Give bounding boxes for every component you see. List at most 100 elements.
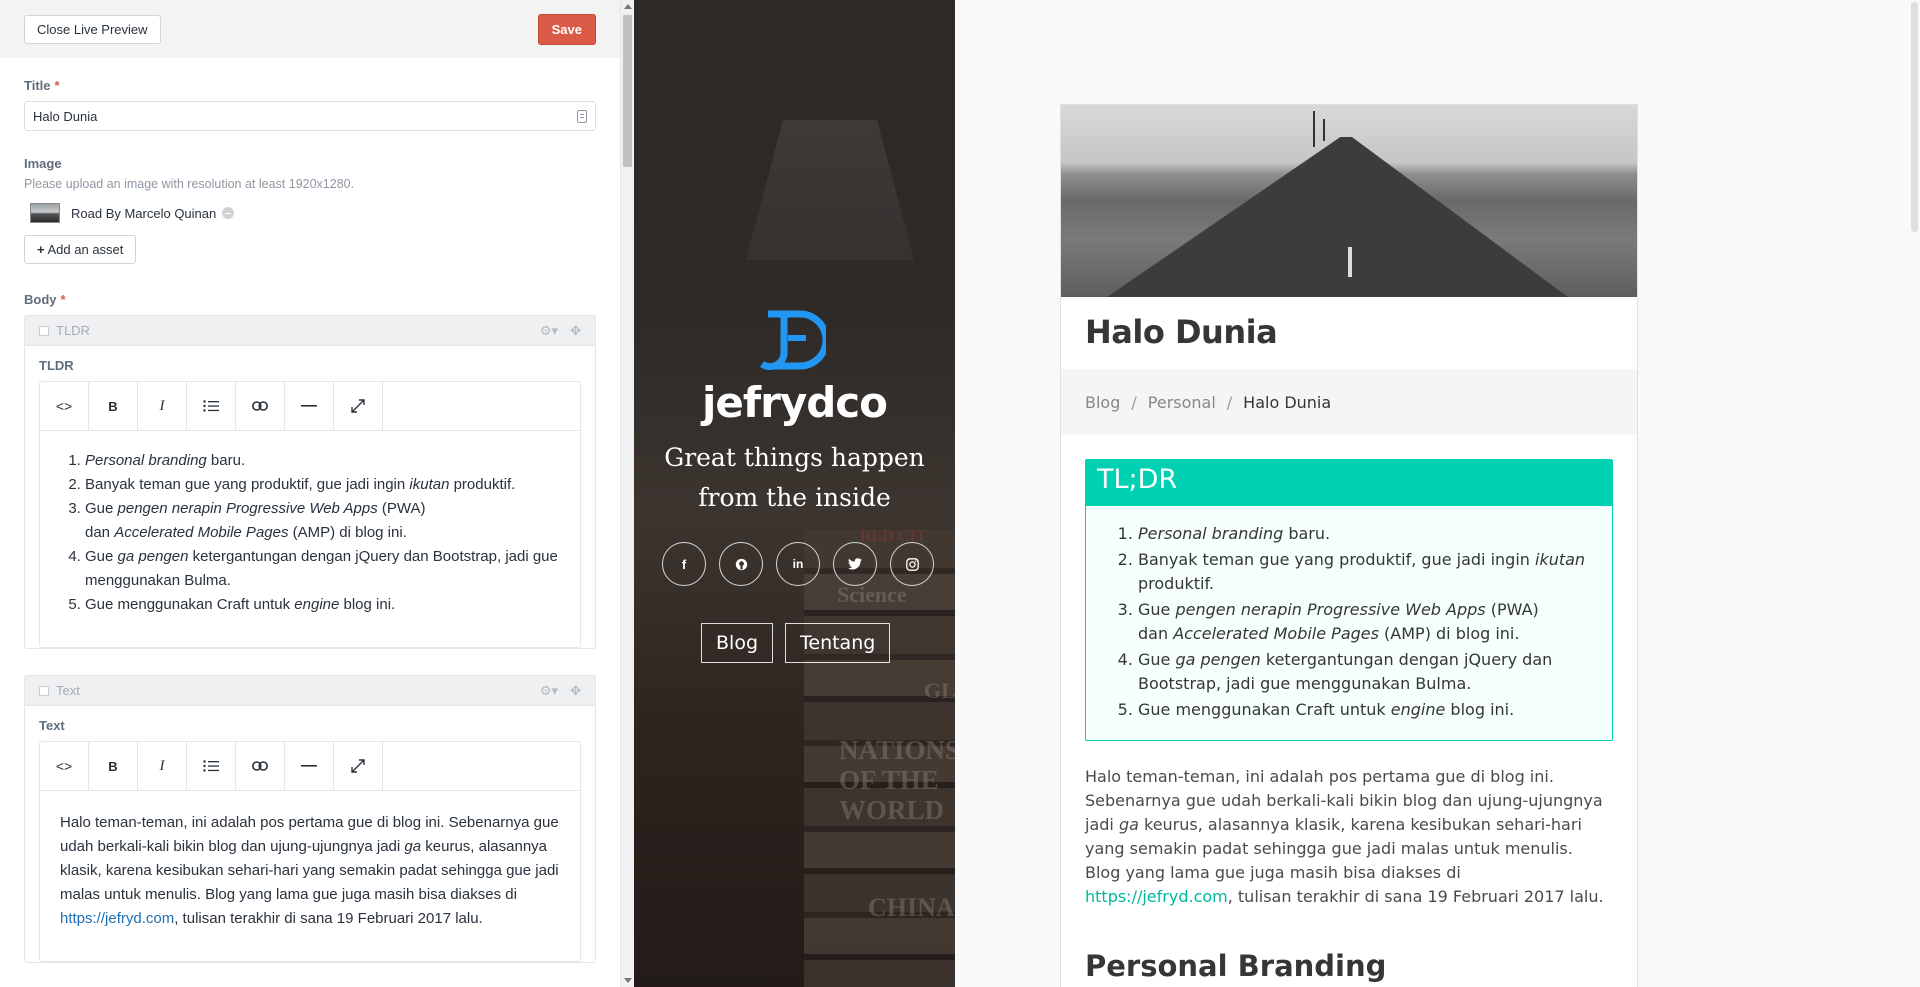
- list-item-text: (AMP) di blog ini.: [1378, 624, 1520, 643]
- github-icon[interactable]: [719, 542, 763, 586]
- block-select-checkbox[interactable]: [39, 685, 49, 696]
- list-icon[interactable]: [187, 742, 236, 790]
- road-marking: [1348, 247, 1352, 277]
- list-item-text: baru.: [1283, 524, 1331, 543]
- instagram-icon[interactable]: [890, 542, 934, 586]
- list-icon[interactable]: [187, 382, 236, 430]
- add-asset-button[interactable]: + Add an asset: [24, 235, 137, 264]
- list-item-em: pengen nerapin Progressive Web Apps: [117, 500, 378, 517]
- text-field-label: Text: [39, 718, 65, 733]
- block-titlebar[interactable]: TLDR ⚙▾ ✥: [25, 316, 595, 346]
- breadcrumb: Blog / Personal / Halo Dunia: [1061, 369, 1637, 435]
- remove-icon[interactable]: [222, 207, 235, 219]
- facebook-icon[interactable]: f: [662, 542, 706, 586]
- tldr-list: Personal branding baru. Banyak teman gue…: [1086, 506, 1612, 740]
- preview-scrollbar-thumb[interactable]: [1911, 2, 1918, 232]
- bold-icon[interactable]: B: [89, 382, 138, 430]
- list-item: Gue pengen nerapin Progressive Web Apps …: [1138, 598, 1588, 646]
- title-input[interactable]: Halo Dunia: [24, 101, 596, 131]
- list-item: Banyak teman gue yang produktif, gue jad…: [1138, 548, 1588, 596]
- brand-name[interactable]: jefrydco: [634, 378, 955, 427]
- block-actions: ⚙▾ ✥: [540, 323, 581, 339]
- move-icon[interactable]: ✥: [570, 683, 581, 699]
- breadcrumb-personal[interactable]: Personal: [1148, 393, 1216, 412]
- list-item-text: produktif.: [449, 476, 516, 493]
- jefryd-link[interactable]: https://jefryd.com: [60, 910, 174, 927]
- fullscreen-icon[interactable]: [334, 382, 383, 430]
- paragraph-text: keurus, alasannya klasik, karena kesibuk…: [1085, 815, 1582, 882]
- matrix-block-text: Text ⚙▾ ✥ Text <> B I Halo teman-teman, …: [24, 675, 596, 963]
- selected-asset[interactable]: Road By Marcelo Quinan: [30, 199, 596, 227]
- editor-fields: Title * Halo Dunia Image Please upload an…: [0, 78, 620, 963]
- list-item: Banyak teman gue yang produktif, gue jad…: [85, 473, 560, 497]
- breadcrumb-current: Halo Dunia: [1243, 392, 1332, 412]
- post-body: TL;DR Personal branding baru. Banyak tem…: [1061, 435, 1637, 983]
- paragraph-em: ga: [404, 838, 422, 855]
- rte-toolbar: <> B I: [40, 382, 580, 431]
- list-item-em: ikutan: [409, 476, 450, 493]
- list-item-text: produktif.: [1138, 574, 1215, 593]
- paragraph: Halo teman-teman, ini adalah pos pertama…: [60, 811, 560, 931]
- tagline: Great things happen from the inside: [664, 443, 925, 512]
- tldr-heading: TL;DR: [1086, 460, 1612, 506]
- document-icon: [577, 109, 587, 123]
- fullscreen-icon[interactable]: [334, 742, 383, 790]
- rte-toolbar: <> B I: [40, 742, 580, 791]
- twitter-icon[interactable]: [833, 542, 877, 586]
- close-live-preview-button[interactable]: Close Live Preview: [24, 14, 161, 44]
- rich-text-editor: <> B I Halo teman-teman, ini adalah pos …: [39, 741, 581, 962]
- list-item-em: engine: [294, 596, 340, 613]
- html-icon[interactable]: <>: [40, 742, 89, 790]
- editor-scrollbar[interactable]: [620, 0, 634, 987]
- list-item: Gue menggunakan Craft untuk engine blog …: [1138, 698, 1588, 722]
- jefrydco-logo-icon: [760, 310, 826, 371]
- tldr-rte-content[interactable]: Personal branding baru. Banyak teman gue…: [40, 431, 580, 647]
- block-titlebar[interactable]: Text ⚙▾ ✥: [25, 676, 595, 706]
- list-item-text: blog ini.: [339, 596, 396, 613]
- nav-tentang-link[interactable]: Tentang: [785, 623, 891, 663]
- horizontal-rule-icon[interactable]: [285, 382, 334, 430]
- italic-icon[interactable]: I: [138, 382, 187, 430]
- list-item-text: Banyak teman gue yang produktif, gue jad…: [1138, 550, 1535, 569]
- body-field-label: Body *: [24, 292, 596, 307]
- list-item: Gue menggunakan Craft untuk engine blog …: [85, 593, 560, 617]
- block-inner: TLDR <> B I Personal branding baru.: [25, 346, 595, 648]
- text-rte-content[interactable]: Halo teman-teman, ini adalah pos pertama…: [40, 791, 580, 961]
- list-item: Gue ga pengen ketergantungan dengan jQue…: [1138, 648, 1588, 696]
- list-item-em: Personal branding: [1138, 524, 1284, 543]
- linkedin-icon[interactable]: in: [776, 542, 820, 586]
- horizontal-rule-icon[interactable]: [285, 742, 334, 790]
- breadcrumb-blog[interactable]: Blog: [1085, 393, 1120, 412]
- bold-icon[interactable]: B: [89, 742, 138, 790]
- gear-icon[interactable]: ⚙▾: [540, 683, 558, 699]
- block-actions: ⚙▾ ✥: [540, 683, 581, 699]
- save-button[interactable]: Save: [537, 13, 596, 45]
- html-icon[interactable]: <>: [40, 382, 89, 430]
- move-icon[interactable]: ✥: [570, 323, 581, 339]
- hero-nav: Blog Tentang: [701, 623, 891, 663]
- title-field-label: Title *: [24, 78, 596, 93]
- scrollbar-thumb[interactable]: [623, 15, 632, 167]
- scroll-down-arrow-icon[interactable]: [624, 978, 632, 983]
- scroll-up-arrow-icon[interactable]: [624, 4, 632, 9]
- pole-decoration: [1323, 119, 1325, 141]
- block-inner: Text <> B I Halo teman-teman, ini adalah…: [25, 706, 595, 962]
- nav-blog-link[interactable]: Blog: [701, 623, 773, 663]
- title-label-text: Title: [24, 78, 51, 93]
- link-icon[interactable]: [236, 382, 285, 430]
- link-icon[interactable]: [236, 742, 285, 790]
- block-type-label: Text: [56, 683, 80, 698]
- editor-header: Close Live Preview Save: [0, 0, 620, 58]
- jefryd-link[interactable]: https://jefryd.com: [1085, 887, 1228, 906]
- asset-thumbnail: [30, 203, 60, 223]
- list-item-text: (PWA): [377, 500, 426, 517]
- list-item: Personal branding baru.: [1138, 522, 1588, 546]
- list-item-text: Gue: [85, 548, 118, 565]
- list-item-text: Gue: [1138, 650, 1176, 669]
- italic-icon[interactable]: I: [138, 742, 187, 790]
- section-heading: Personal Branding: [1085, 949, 1387, 983]
- list-item-text: Gue menggunakan Craft untuk: [85, 596, 295, 613]
- gear-icon[interactable]: ⚙▾: [540, 323, 558, 339]
- preview-scrollbar[interactable]: [1908, 0, 1920, 987]
- block-select-checkbox[interactable]: [39, 325, 49, 336]
